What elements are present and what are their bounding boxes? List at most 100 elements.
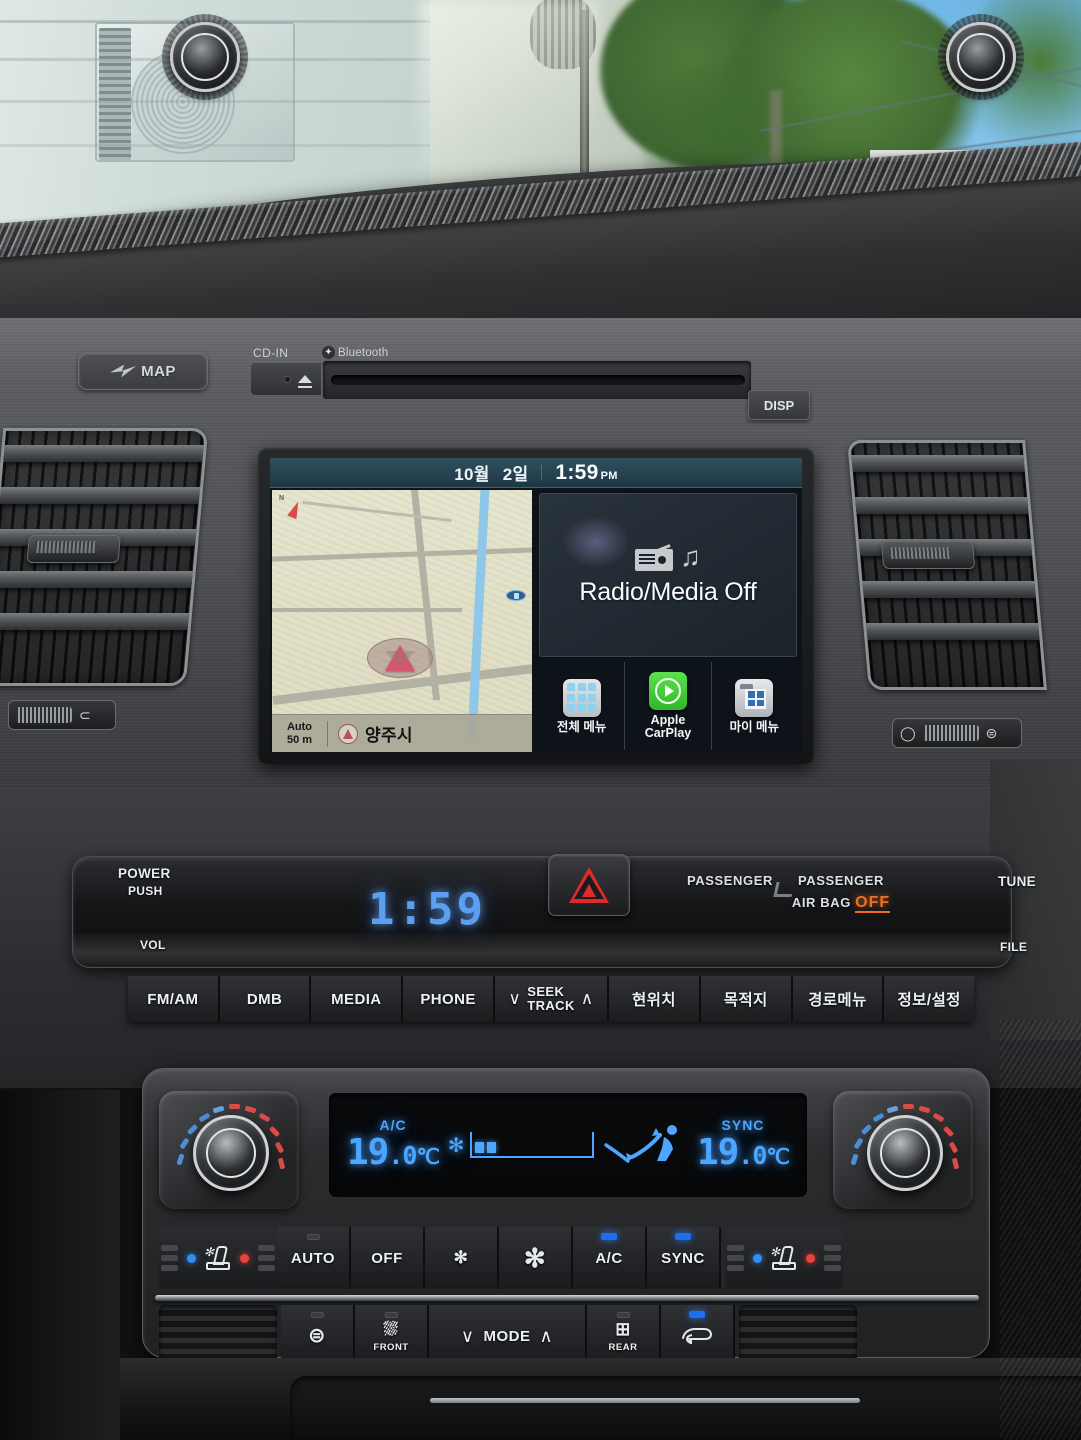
seat-cool-led [753,1253,762,1263]
applet-all-menu[interactable]: 전체 메뉴 [539,662,626,750]
soft-key-route-menu[interactable]: 경로메뉴 [792,976,885,1022]
airflow-mode-icon [602,1123,688,1167]
mode-down-icon[interactable]: ∨ [461,1326,475,1347]
temperature-dial[interactable] [193,1115,269,1191]
hazard-lights-button[interactable] [548,854,630,916]
applet-apple-carplay[interactable]: Apple CarPlay [625,662,712,750]
air-vent-left[interactable] [0,428,209,686]
temperature-dial[interactable] [867,1115,943,1191]
soft-key-current-position[interactable]: 현위치 [609,976,701,1022]
file-label: FILE [1000,940,1028,954]
vent-slat[interactable] [0,613,190,630]
seat-cool-led [187,1253,196,1263]
air-vent-right[interactable] [847,440,1047,690]
seek-up-icon[interactable]: ∧ [581,990,594,1007]
tune-file-knob[interactable] [938,14,1024,100]
fan-increase-icon: ✻ [523,1243,547,1273]
vent-slat[interactable] [866,623,1040,640]
vent-control-right[interactable]: ◯ ⊜ [892,718,1022,748]
media-status-card[interactable]: ♫ Radio/Media Off [539,493,797,657]
steering-heat-led [310,1312,324,1318]
driver-temperature-knob[interactable] [159,1091,299,1209]
sync-led [675,1233,691,1240]
seat-vent-grille-right [824,1245,841,1271]
passenger-ventilated-seat-button[interactable]: ✻ [725,1227,843,1289]
cd-eject-button[interactable] [250,362,322,396]
fan-speed-bars [469,1132,594,1158]
driver-temp-unit: ℃ [416,1145,440,1169]
soft-key-media[interactable]: MEDIA [311,976,404,1022]
infotainment-screen[interactable]: 10월 2일 1:59 PM N Auto 50 m 양주시 ♫ Radio/M… [270,458,802,754]
rear-defrost-label: REAR [608,1342,638,1353]
climate-sync-button[interactable]: SYNC [647,1227,721,1289]
seek-down-icon[interactable]: ∨ [508,990,521,1007]
soft-key-dmb[interactable]: DMB [219,976,312,1022]
vent-direction-wheel[interactable] [16,707,72,723]
vent-control-left[interactable]: ⊂ [8,700,116,730]
vent-phone-clip[interactable] [26,535,121,563]
media-icons-group: ♫ [635,543,701,571]
climate-auto-button[interactable]: AUTO [277,1227,351,1289]
map-swoosh-icon [110,364,137,378]
soft-key-seek-track[interactable]: ∨ SEEK TRACK ∧ [494,976,610,1022]
seek-label: SEEK [527,984,565,999]
soft-key-info-settings[interactable]: 정보/설정 [884,976,975,1022]
vent-phone-clip[interactable] [880,541,976,569]
vehicle-arrow-notch [385,651,415,667]
apple-carplay-icon [648,672,687,710]
soft-key-row: FM/AM DMB MEDIA PHONE ∨ SEEK TRACK ∧ 현위치… [128,976,975,1022]
sync-indicator-label: SYNC [721,1117,765,1133]
vent-direction-wheel[interactable] [922,725,979,741]
vent-slat[interactable] [0,487,201,504]
ac-unit-vent [99,28,131,160]
map-road [272,608,462,612]
track-label: TRACK [527,998,575,1013]
head-unit-gloss [73,933,1011,967]
map-info-bar: Auto 50 m 양주시 [272,714,532,752]
seat-heat-led [240,1253,249,1263]
music-note-icon: ♫ [680,541,701,572]
recirculation-led [689,1311,705,1318]
screen-status-bar: 10월 2일 1:59 PM [270,458,802,488]
navigation-map-pane[interactable]: N Auto 50 m 양주시 [270,488,534,754]
soft-key-phone[interactable]: PHONE [403,976,495,1022]
fan-decrease-button[interactable]: ✻ [425,1227,499,1289]
climate-off-button[interactable]: OFF [351,1227,425,1289]
cd-slot[interactable] [322,360,752,400]
front-defrost-led [384,1312,398,1318]
console-left-shadow [0,1090,120,1440]
bluetooth-icon: ✦ [322,346,335,359]
climate-ac-button[interactable]: A/C [573,1227,647,1289]
cd-slot-opening [331,375,745,385]
status-clock: 1:59 PM [555,461,617,485]
knob-body[interactable] [170,22,240,92]
vent-slat[interactable] [851,455,1025,472]
airbag-label-line1: PASSENGER [797,873,885,888]
front-defrost-icon: ⛆ [383,1319,399,1339]
radio-icon [635,543,673,571]
climate-chrome-divider [155,1295,979,1301]
climate-control-panel: A/C 19.0℃ ✻ SYNC 19.0℃ ✻ AUTO OFF ✻ ✻ A/… [142,1068,990,1367]
applet-my-menu[interactable]: 마이 메뉴 [712,662,797,750]
vent-slat[interactable] [862,581,1036,598]
driver-ventilated-seat-button[interactable]: ✻ [159,1227,277,1289]
soft-key-fm-am[interactable]: FM/AM [128,976,220,1022]
vent-close-icon: ⊜ [985,724,998,741]
map-button[interactable]: MAP [78,352,208,390]
mode-up-icon[interactable]: ∧ [540,1326,554,1347]
fan-increase-button[interactable]: ✻ [499,1227,573,1289]
sync-button-label: SYNC [661,1249,705,1267]
knob-body[interactable] [946,22,1016,92]
ac-led [601,1233,617,1240]
passenger-airbag-indicator: PASSENGER AIR BAG OFF [782,872,900,913]
disp-button[interactable]: DISP [748,390,810,420]
vent-slat[interactable] [3,445,204,462]
vent-slat[interactable] [0,571,193,588]
passenger-temperature-knob[interactable] [833,1091,973,1209]
air-recirculation-icon [680,1324,714,1348]
soft-key-destination[interactable]: 목적지 [700,976,793,1022]
vent-slat[interactable] [855,497,1029,514]
seat-heat-led [806,1253,815,1263]
volume-power-knob[interactable] [162,14,248,100]
ac-button-label: A/C [595,1249,623,1267]
